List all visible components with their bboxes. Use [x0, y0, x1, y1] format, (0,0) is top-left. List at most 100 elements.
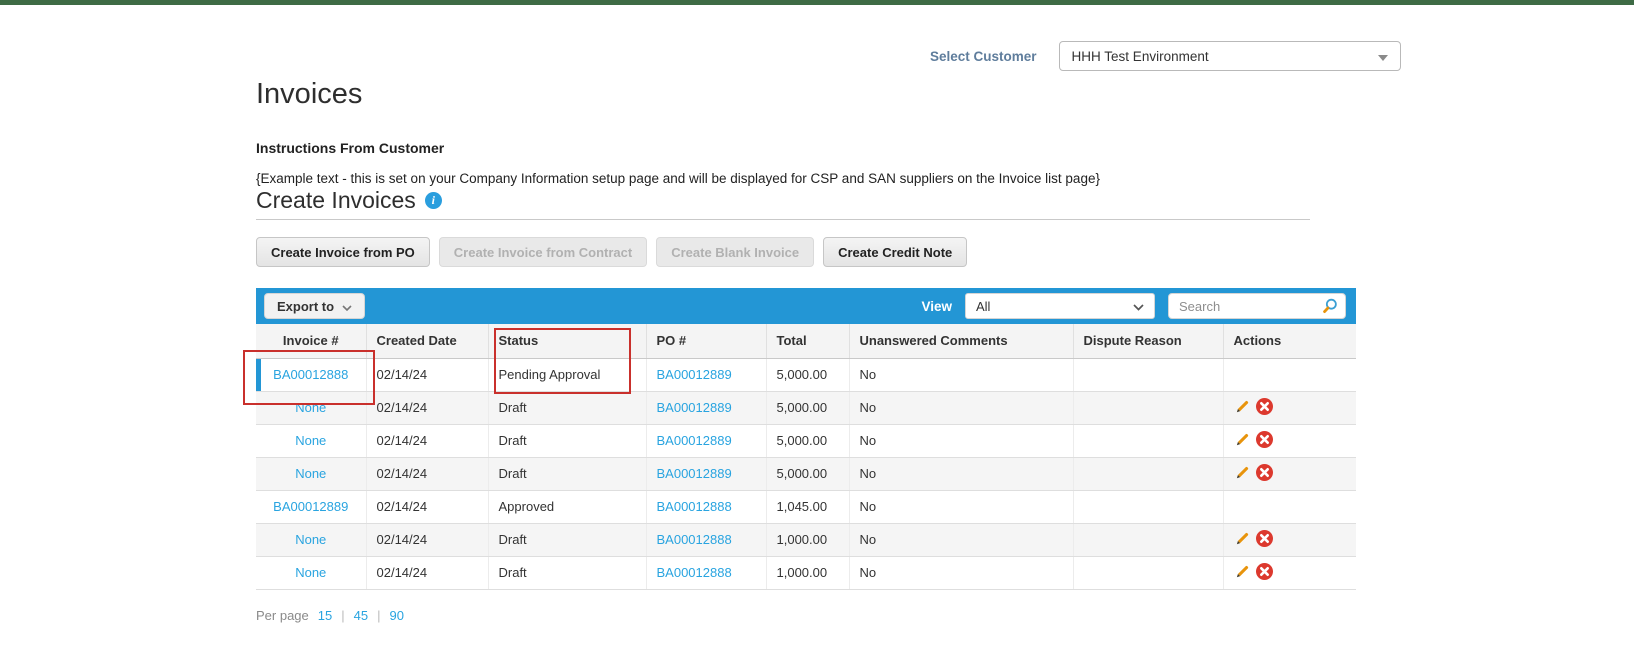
- search-box: [1168, 293, 1346, 319]
- search-icon[interactable]: [1321, 297, 1339, 315]
- table-row: None 02/14/24 Draft BA00012889 5,000.00 …: [256, 391, 1356, 425]
- actions-cell: [1223, 523, 1356, 557]
- invoice-number-link[interactable]: None: [295, 433, 326, 448]
- invoice-action-buttons: Create Invoice from PO Create Invoice fr…: [256, 237, 1364, 267]
- unanswered-comments-cell: No: [849, 391, 1074, 425]
- edit-icon[interactable]: [1234, 563, 1251, 580]
- delete-icon[interactable]: [1255, 529, 1273, 547]
- column-header-actions: Actions: [1223, 324, 1356, 359]
- po-number-link[interactable]: BA00012888: [657, 499, 732, 514]
- dispute-reason-cell: [1073, 523, 1224, 557]
- row-actions: [1234, 430, 1273, 448]
- delete-icon[interactable]: [1255, 430, 1273, 448]
- delete-icon[interactable]: [1255, 397, 1273, 415]
- edit-icon[interactable]: [1234, 431, 1251, 448]
- dispute-reason-cell: [1073, 556, 1224, 590]
- column-header-dispute-reason[interactable]: Dispute Reason: [1073, 324, 1224, 359]
- main-content: Invoices Instructions From Customer {Exa…: [243, 76, 1364, 623]
- status-cell: Draft: [488, 457, 647, 491]
- table-header-row: Invoice # Created Date Status PO # Total…: [256, 324, 1356, 359]
- chevron-down-icon: [342, 299, 352, 314]
- column-header-invoice-number[interactable]: Invoice #: [256, 324, 367, 359]
- total-cell: 1,000.00: [766, 523, 850, 557]
- edit-icon[interactable]: [1234, 398, 1251, 415]
- customer-dropdown-value: HHH Test Environment: [1071, 48, 1209, 64]
- invoice-number-link[interactable]: BA00012889: [273, 499, 348, 514]
- dispute-reason-cell: [1073, 490, 1224, 524]
- invoice-number-link[interactable]: BA00012888: [273, 367, 348, 382]
- toolbar-right-group: View All: [921, 293, 1346, 319]
- total-cell: 1,000.00: [766, 556, 850, 590]
- customer-dropdown[interactable]: HHH Test Environment: [1058, 41, 1401, 71]
- status-cell: Draft: [488, 424, 647, 458]
- created-date-cell: 02/14/24: [366, 391, 489, 425]
- search-input[interactable]: [1179, 298, 1321, 314]
- status-cell: Draft: [488, 391, 647, 425]
- table-row: None 02/14/24 Draft BA00012889 5,000.00 …: [256, 457, 1356, 491]
- created-date-cell: 02/14/24: [366, 556, 489, 590]
- per-page-label: Per page: [256, 607, 309, 623]
- invoice-number-link[interactable]: None: [295, 532, 326, 547]
- view-label: View: [921, 298, 952, 314]
- export-to-button[interactable]: Export to: [264, 293, 366, 319]
- row-actions: [1234, 529, 1273, 547]
- created-date-cell: 02/14/24: [366, 358, 489, 392]
- created-date-cell: 02/14/24: [366, 457, 489, 491]
- invoices-table-section: Export to View All Search Invoice # Crea…: [243, 288, 1356, 590]
- row-actions: [1234, 463, 1273, 481]
- edit-icon[interactable]: [1234, 464, 1251, 481]
- actions-cell: [1223, 457, 1356, 491]
- po-number-link[interactable]: BA00012888: [657, 532, 732, 547]
- page-title: Invoices: [256, 78, 363, 110]
- invoice-number-link[interactable]: None: [295, 466, 326, 481]
- po-number-link[interactable]: BA00012888: [657, 565, 732, 580]
- edit-icon[interactable]: [1234, 530, 1251, 547]
- unanswered-comments-cell: No: [849, 523, 1074, 557]
- create-credit-note-button[interactable]: Create Credit Note: [823, 237, 968, 267]
- column-header-po-number[interactable]: PO #: [646, 324, 767, 359]
- column-header-created-date[interactable]: Created Date: [366, 324, 489, 359]
- table-row: None 02/14/24 Draft BA00012889 5,000.00 …: [256, 424, 1356, 458]
- dispute-reason-cell: [1073, 457, 1224, 491]
- pagination: Per page 15 | 45 | 90: [256, 608, 1364, 623]
- info-icon[interactable]: i: [424, 191, 442, 209]
- create-invoice-from-po-button[interactable]: Create Invoice from PO: [256, 237, 430, 267]
- actions-cell: [1223, 391, 1356, 425]
- column-header-status[interactable]: Status: [488, 324, 647, 359]
- create-invoices-heading: Create Invoices i: [256, 187, 1364, 213]
- pagination-separator: |: [377, 607, 381, 623]
- unanswered-comments-cell: No: [849, 556, 1074, 590]
- actions-cell: [1223, 490, 1356, 524]
- table-row: None 02/14/24 Draft BA00012888 1,000.00 …: [256, 523, 1356, 557]
- create-invoice-from-contract-button[interactable]: Create Invoice from Contract: [438, 237, 648, 267]
- column-header-unanswered-comments[interactable]: Unanswered Comments: [849, 324, 1074, 359]
- total-cell: 5,000.00: [766, 391, 850, 425]
- create-invoices-heading-text: Create Invoices: [256, 187, 416, 213]
- invoice-number-link[interactable]: None: [295, 565, 326, 580]
- created-date-cell: 02/14/24: [366, 490, 489, 524]
- invoice-table-body: BA00012888 02/14/24 Pending Approval BA0…: [256, 358, 1356, 590]
- create-blank-invoice-button[interactable]: Create Blank Invoice: [656, 237, 815, 267]
- created-date-cell: 02/14/24: [366, 424, 489, 458]
- customer-selector: Select Customer HHH Test Environment: [930, 41, 1401, 71]
- instructions-text: {Example text - this is set on your Comp…: [256, 171, 1100, 186]
- view-select[interactable]: All: [965, 293, 1155, 319]
- po-number-link[interactable]: BA00012889: [657, 433, 732, 448]
- per-page-option-45[interactable]: 45: [354, 608, 368, 623]
- table-row: BA00012888 02/14/24 Pending Approval BA0…: [256, 358, 1356, 392]
- total-cell: 5,000.00: [766, 424, 850, 458]
- table-toolbar: Export to View All: [256, 288, 1356, 324]
- dispute-reason-cell: [1073, 391, 1224, 425]
- invoice-number-link[interactable]: None: [295, 400, 326, 415]
- per-page-option-90[interactable]: 90: [389, 608, 403, 623]
- top-green-bar: [0, 0, 1634, 5]
- row-actions: [1234, 562, 1273, 580]
- delete-icon[interactable]: [1255, 463, 1273, 481]
- chevron-down-icon: [1377, 49, 1388, 64]
- per-page-option-15[interactable]: 15: [318, 608, 332, 623]
- delete-icon[interactable]: [1255, 562, 1273, 580]
- column-header-total[interactable]: Total: [766, 324, 850, 359]
- po-number-link[interactable]: BA00012889: [657, 367, 732, 382]
- po-number-link[interactable]: BA00012889: [657, 400, 732, 415]
- po-number-link[interactable]: BA00012889: [657, 466, 732, 481]
